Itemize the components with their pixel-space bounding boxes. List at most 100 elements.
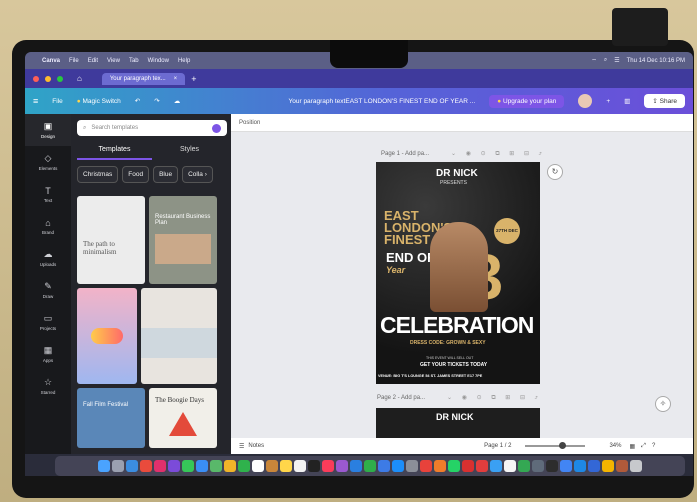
undo-icon[interactable]: ↶ — [135, 97, 140, 105]
app-icon[interactable] — [588, 460, 600, 472]
help-icon[interactable]: ? — [652, 443, 655, 449]
zoom-level[interactable]: 34% — [609, 443, 621, 449]
sidebar-item-elements[interactable]: ◇ Elements — [25, 146, 71, 178]
sidebar-item-apps[interactable]: ▦ Apps — [25, 338, 71, 370]
menu-file[interactable]: File — [69, 58, 79, 64]
menu-view[interactable]: View — [107, 58, 120, 64]
chip-blue[interactable]: Blue — [153, 166, 179, 183]
menu-edit[interactable]: Edit — [88, 58, 98, 64]
sidebar-item-design[interactable]: ▣ Design — [25, 114, 71, 146]
maps-icon[interactable] — [210, 460, 222, 472]
magic-switch-button[interactable]: ● Magic Switch — [77, 98, 121, 105]
finder-icon[interactable] — [98, 460, 110, 472]
app-store-icon[interactable] — [392, 460, 404, 472]
magic-assist-icon[interactable]: ✧ — [655, 396, 671, 412]
chip-christmas[interactable]: Christmas — [77, 166, 119, 183]
zoom-slider[interactable] — [525, 442, 586, 449]
sidebar-item-uploads[interactable]: ☁ Uploads — [25, 242, 71, 274]
chip-collage[interactable]: Colla › — [182, 166, 213, 183]
fullscreen-icon[interactable]: ⤢ — [641, 443, 646, 450]
trash-icon[interactable] — [630, 460, 642, 472]
page-title-input[interactable]: Page 2 - Add pa... — [377, 395, 425, 401]
app-icon[interactable] — [462, 460, 474, 472]
close-window-icon[interactable] — [33, 75, 39, 82]
mail-icon[interactable] — [196, 460, 208, 472]
upgrade-button[interactable]: ● Upgrade your plan — [489, 94, 565, 108]
app-icon[interactable] — [434, 460, 446, 472]
control-center-icon[interactable]: ☰ — [614, 57, 619, 64]
settings-icon[interactable] — [406, 460, 418, 472]
tv-icon[interactable] — [308, 460, 320, 472]
chrome-icon[interactable] — [140, 460, 152, 472]
zoom-slider-thumb[interactable] — [559, 442, 567, 449]
poster-page-2[interactable]: DR NICK — [376, 408, 540, 438]
page-count[interactable]: Page 1 / 2 — [484, 443, 511, 449]
avatar[interactable] — [578, 94, 593, 108]
notes-icon[interactable]: ☰ — [239, 443, 244, 450]
close-tab-icon[interactable]: × — [174, 76, 178, 82]
music-icon[interactable] — [322, 460, 334, 472]
page-actions[interactable]: ⌄ ◉ ⊙ ⧉ ⊞ ⊟ ⤴ — [447, 394, 542, 402]
photos-icon[interactable] — [224, 460, 236, 472]
app-icon[interactable] — [602, 460, 614, 472]
menu-help[interactable]: Help — [178, 58, 190, 64]
template-thumbnail[interactable]: The Boogie Days — [149, 388, 217, 448]
app-icon[interactable] — [504, 460, 516, 472]
share-button[interactable]: ⇪ Share — [644, 94, 685, 108]
sidebar-item-projects[interactable]: ▭ Projects — [25, 306, 71, 338]
tab-templates[interactable]: Templates — [77, 142, 152, 160]
reminders-icon[interactable] — [294, 460, 306, 472]
app-icon[interactable] — [168, 460, 180, 472]
menu-icon[interactable]: ≡ — [33, 96, 38, 106]
sidebar-item-text[interactable]: T Text — [25, 178, 71, 210]
document-title[interactable]: Your paragraph textEAST LONDON'S FINEST … — [289, 98, 476, 105]
zoom-window-icon[interactable] — [57, 75, 63, 82]
notes-button[interactable]: Notes — [248, 443, 264, 449]
poster-design[interactable]: DR NICK PRESENTS EAST LONDON'S FINEST EN… — [376, 162, 540, 384]
template-thumbnail[interactable] — [141, 288, 217, 384]
app-icon[interactable] — [154, 460, 166, 472]
app-icon[interactable] — [560, 460, 572, 472]
app-icon[interactable] — [476, 460, 488, 472]
app-icon[interactable] — [420, 460, 432, 472]
downloads-icon[interactable] — [616, 460, 628, 472]
whatsapp-icon[interactable] — [448, 460, 460, 472]
app-icon[interactable] — [350, 460, 362, 472]
app-icon[interactable] — [490, 460, 502, 472]
refresh-icon[interactable]: ↻ — [547, 164, 563, 180]
position-button[interactable]: Position — [239, 120, 260, 126]
new-tab-icon[interactable]: + — [191, 74, 196, 84]
sidebar-item-draw[interactable]: ✎ Draw — [25, 274, 71, 306]
template-thumbnail[interactable] — [77, 288, 137, 384]
minimize-window-icon[interactable] — [45, 75, 51, 82]
menu-tab[interactable]: Tab — [129, 58, 139, 64]
menu-app-name[interactable]: Canva — [42, 58, 60, 64]
add-collaborator-icon[interactable]: + — [606, 98, 610, 105]
facetime-icon[interactable] — [238, 460, 250, 472]
keynote-icon[interactable] — [378, 460, 390, 472]
cloud-sync-icon[interactable]: ☁ — [174, 97, 181, 105]
browser-tab[interactable]: Your paragraph tex... × — [101, 72, 186, 85]
analytics-icon[interactable]: ▥ — [624, 97, 630, 105]
messages-icon[interactable] — [182, 460, 194, 472]
menu-window[interactable]: Window — [148, 58, 169, 64]
search-icon[interactable]: ⌕ — [604, 57, 607, 64]
template-thumbnail[interactable]: Restaurant Business Plan — [149, 196, 217, 284]
safari-icon[interactable] — [126, 460, 138, 472]
filter-icon[interactable] — [212, 123, 221, 133]
chip-food[interactable]: Food — [122, 166, 150, 183]
template-thumbnail[interactable]: Fall Film Festival — [77, 388, 145, 448]
wifi-icon[interactable]: ⌔ — [591, 57, 597, 65]
sidebar-item-starred[interactable]: ☆ Starred — [25, 370, 71, 402]
grid-view-icon[interactable]: ▦ — [629, 443, 635, 450]
redo-icon[interactable]: ↷ — [154, 97, 159, 105]
page-actions[interactable]: ⌄ ◉ ⊙ ⧉ ⊞ ⊟ ⤴ — [451, 150, 546, 158]
podcasts-icon[interactable] — [336, 460, 348, 472]
tab-styles[interactable]: Styles — [152, 142, 227, 160]
page-title-input[interactable]: Page 1 - Add pa... — [381, 151, 429, 157]
search-input[interactable]: ⌕ Search templates — [77, 120, 227, 136]
home-icon[interactable]: ⌂ — [77, 74, 82, 83]
launchpad-icon[interactable] — [112, 460, 124, 472]
template-thumbnail[interactable]: The path to minimalism — [77, 196, 145, 284]
app-icon[interactable] — [266, 460, 278, 472]
